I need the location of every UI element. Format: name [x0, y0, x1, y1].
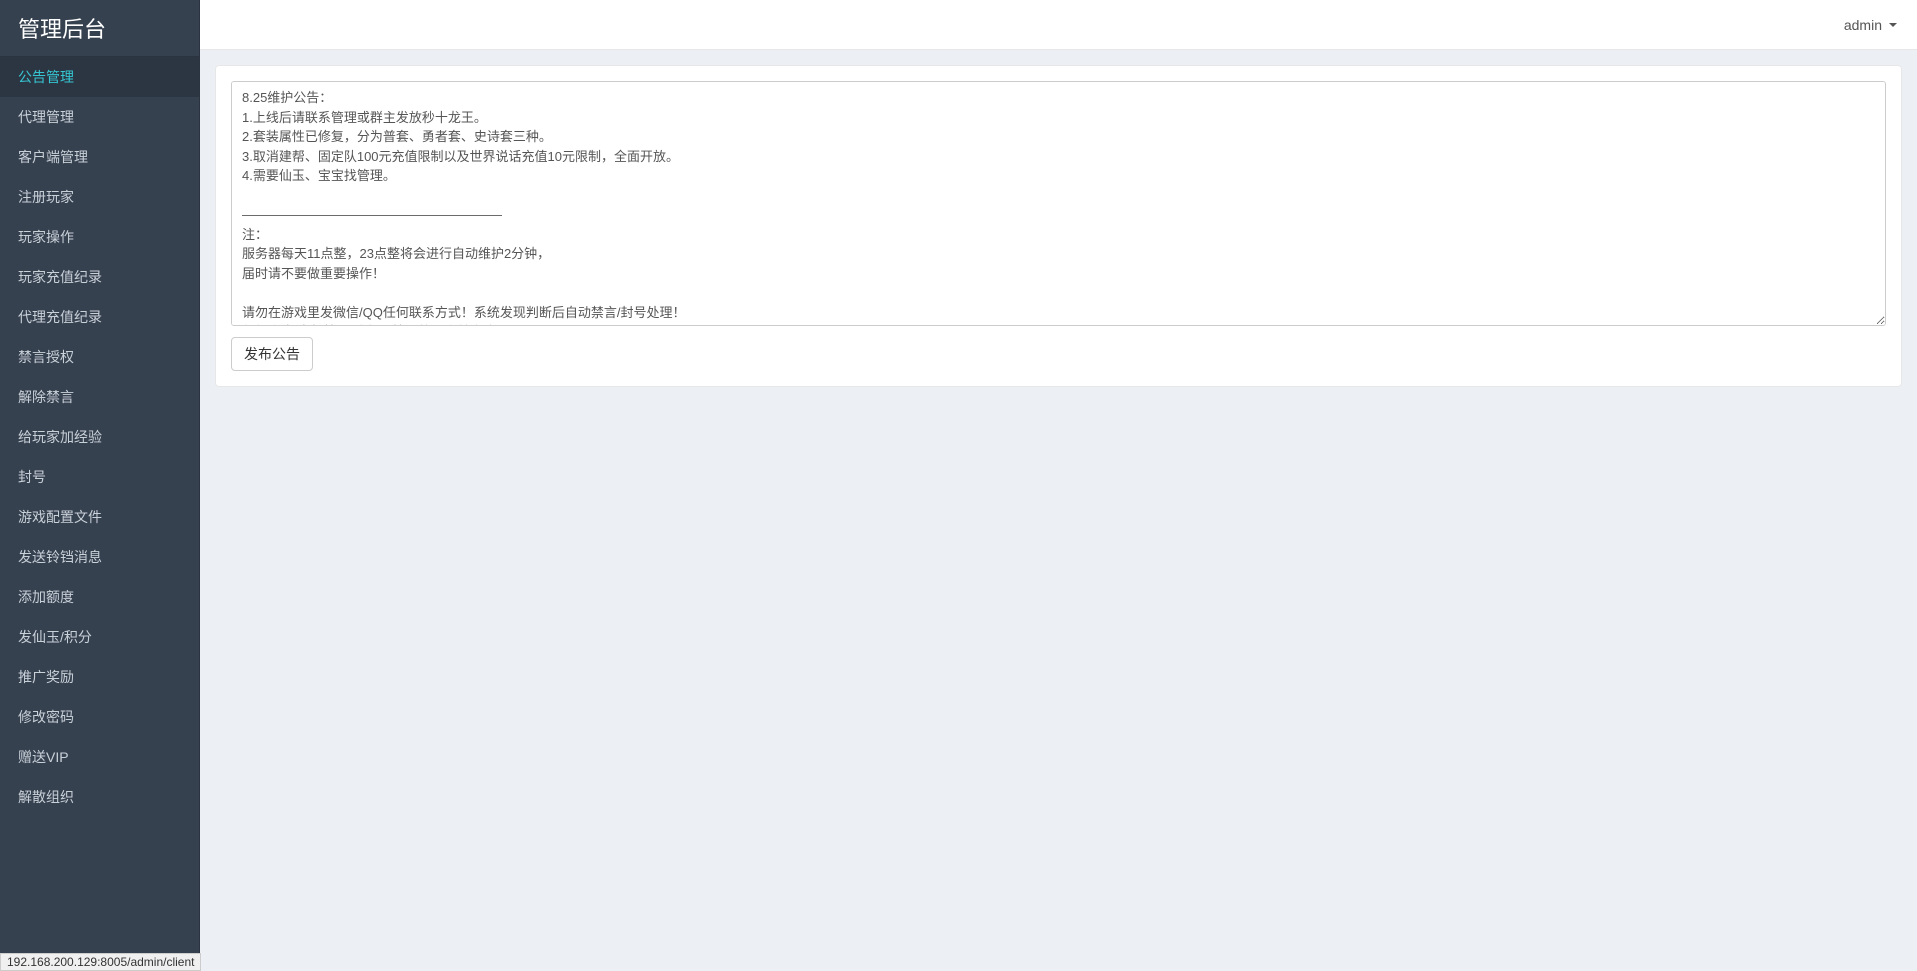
topbar: admin	[200, 0, 1917, 50]
user-dropdown[interactable]: admin	[1844, 17, 1897, 33]
announcement-panel: 发布公告	[215, 65, 1902, 387]
sidebar-item-3[interactable]: 注册玩家	[0, 177, 199, 217]
sidebar-item-5[interactable]: 玩家充值纪录	[0, 257, 199, 297]
sidebar-item-11[interactable]: 游戏配置文件	[0, 497, 199, 537]
sidebar-title: 管理后台	[0, 0, 199, 57]
sidebar-item-16[interactable]: 修改密码	[0, 697, 199, 737]
sidebar-item-2[interactable]: 客户端管理	[0, 137, 199, 177]
sidebar-item-0[interactable]: 公告管理	[0, 57, 199, 97]
sidebar-item-14[interactable]: 发仙玉/积分	[0, 617, 199, 657]
app-root: 管理后台 公告管理代理管理客户端管理注册玩家玩家操作玩家充值纪录代理充值纪录禁言…	[0, 0, 1917, 971]
caret-down-icon	[1889, 23, 1897, 27]
sidebar-item-12[interactable]: 发送铃铛消息	[0, 537, 199, 577]
announcement-textarea[interactable]	[231, 81, 1886, 326]
sidebar-item-10[interactable]: 封号	[0, 457, 199, 497]
content: 发布公告	[200, 50, 1917, 971]
sidebar-item-4[interactable]: 玩家操作	[0, 217, 199, 257]
sidebar-item-9[interactable]: 给玩家加经验	[0, 417, 199, 457]
sidebar-item-8[interactable]: 解除禁言	[0, 377, 199, 417]
main-area: admin 发布公告	[200, 0, 1917, 971]
browser-statusbar: 192.168.200.129:8005/admin/client	[0, 953, 201, 971]
sidebar-item-17[interactable]: 赠送VIP	[0, 737, 199, 777]
username-label: admin	[1844, 17, 1882, 33]
sidebar-item-15[interactable]: 推广奖励	[0, 657, 199, 697]
sidebar-item-7[interactable]: 禁言授权	[0, 337, 199, 377]
publish-button[interactable]: 发布公告	[231, 337, 313, 371]
sidebar-menu: 公告管理代理管理客户端管理注册玩家玩家操作玩家充值纪录代理充值纪录禁言授权解除禁…	[0, 57, 199, 817]
sidebar-item-13[interactable]: 添加额度	[0, 577, 199, 617]
sidebar-item-18[interactable]: 解散组织	[0, 777, 199, 817]
sidebar-item-6[interactable]: 代理充值纪录	[0, 297, 199, 337]
sidebar-item-1[interactable]: 代理管理	[0, 97, 199, 137]
sidebar: 管理后台 公告管理代理管理客户端管理注册玩家玩家操作玩家充值纪录代理充值纪录禁言…	[0, 0, 200, 971]
